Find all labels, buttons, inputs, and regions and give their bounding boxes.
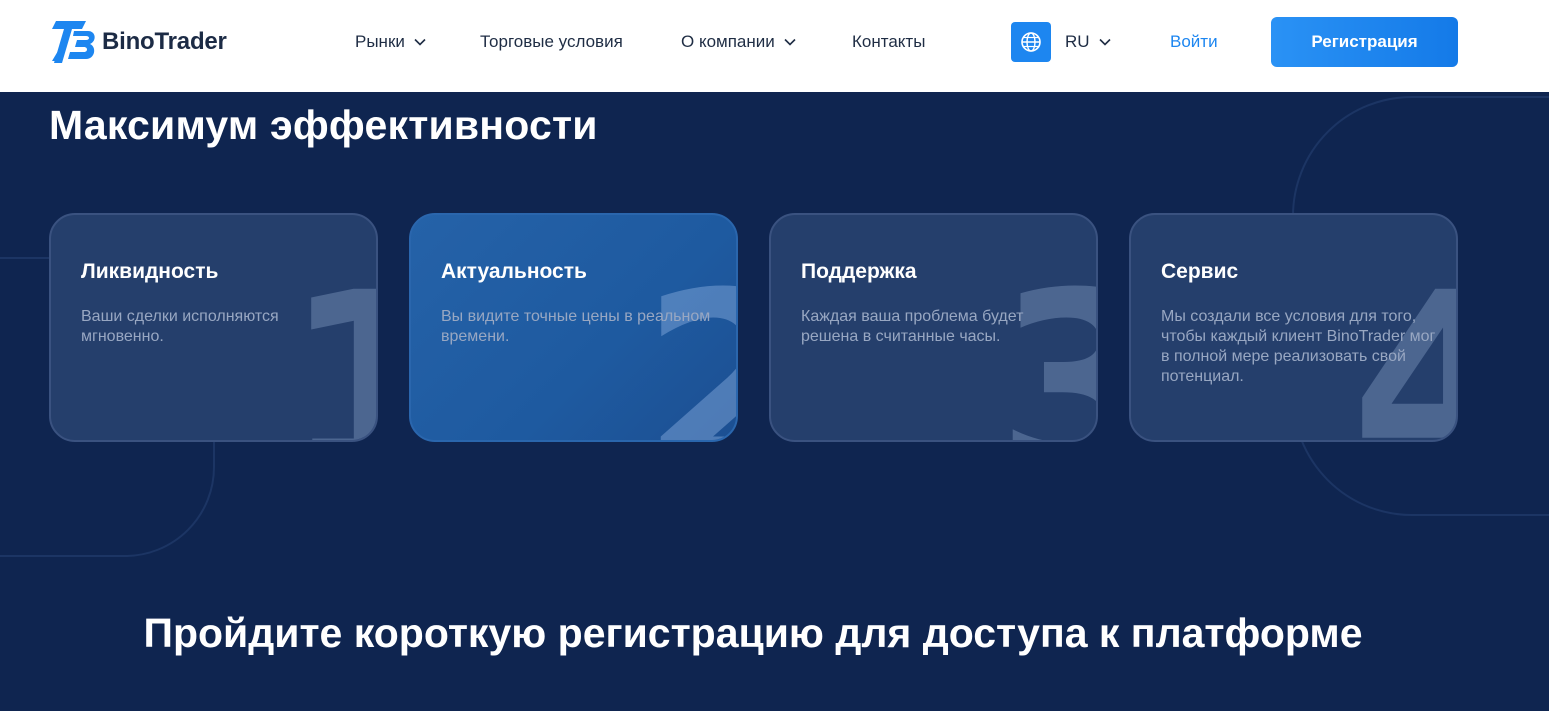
login-link[interactable]: Войти [1170, 32, 1218, 52]
register-button[interactable]: Регистрация [1271, 17, 1458, 67]
globe-icon [1021, 32, 1041, 52]
language-selector[interactable]: RU [1065, 32, 1111, 52]
nav-markets-label: Рынки [355, 32, 405, 51]
nav-trading-conditions[interactable]: Торговые условия [480, 32, 623, 52]
chevron-down-icon [784, 38, 796, 46]
nav-about-label: О компании [681, 32, 775, 51]
card-number: 3 [996, 260, 1096, 441]
card-number: 2 [641, 260, 736, 441]
card-title: Актуальность [441, 260, 587, 283]
feature-card-service[interactable]: 4 Сервис Мы создали все условия для того… [1129, 213, 1458, 442]
language-code: RU [1065, 32, 1090, 51]
language-globe-button[interactable] [1011, 22, 1051, 62]
nav-trading-conditions-label: Торговые условия [480, 32, 623, 51]
card-text: Каждая ваша проблема будет решена в счит… [801, 308, 1024, 345]
nav-contacts[interactable]: Контакты [852, 32, 925, 52]
feature-card-liquidity[interactable]: 1 Ликвидность Ваши сделки исполняются мг… [49, 213, 378, 442]
card-text: Вы видите точные цены в реальном времени… [441, 308, 711, 345]
chevron-down-icon [1098, 38, 1111, 46]
cta-title: Пройдите короткую регистрацию для доступ… [143, 610, 1363, 656]
brand-logo[interactable]: BinoTrader [48, 17, 227, 67]
brand-name: BinoTrader [102, 28, 227, 55]
section-title: Максимум эффективности [49, 102, 598, 148]
features-section: Максимум эффективности 1 Ликвидность Ваш… [0, 92, 1549, 711]
feature-card-support[interactable]: 3 Поддержка Каждая ваша проблема будет р… [769, 213, 1098, 442]
card-text: Мы создали все условия для того, чтобы к… [1161, 308, 1436, 385]
card-title: Сервис [1161, 260, 1239, 283]
nav-contacts-label: Контакты [852, 32, 926, 51]
card-title: Ликвидность [81, 260, 219, 283]
card-number: 1 [283, 260, 376, 441]
feature-card-relevance[interactable]: 2 Актуальность Вы видите точные цены в р… [409, 213, 738, 442]
nav-about[interactable]: О компании [681, 32, 796, 52]
card-text: Ваши сделки исполняются мгновенно. [81, 308, 279, 345]
site-header: BinoTrader Рынки Торговые условия О комп… [0, 0, 1549, 92]
chevron-down-icon [414, 38, 426, 46]
card-title: Поддержка [801, 260, 917, 283]
nav-markets[interactable]: Рынки [355, 32, 426, 52]
logo-mark-icon [52, 21, 95, 63]
